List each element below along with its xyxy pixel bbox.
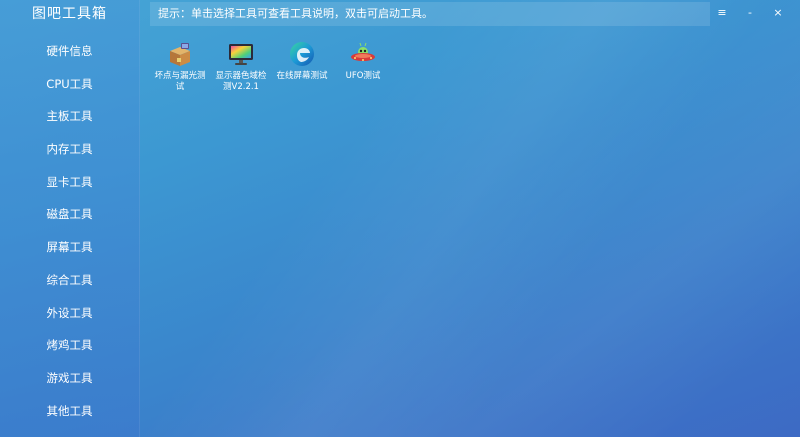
sidebar-item-hardware-info[interactable]: 硬件信息 (0, 35, 139, 68)
sidebar-item-cpu-tools[interactable]: CPU工具 (0, 68, 139, 101)
sidebar-item-peripheral-tools[interactable]: 外设工具 (0, 297, 139, 330)
sidebar: 图吧工具箱 硬件信息 CPU工具 主板工具 内存工具 显卡工具 磁盘工具 屏幕工… (0, 0, 140, 437)
app-title: 图吧工具箱 (32, 6, 107, 22)
tool-ufo-test[interactable]: UFO测试 (333, 40, 393, 93)
tool-online-screen-test[interactable]: 在线屏幕测试 (272, 40, 332, 93)
close-button[interactable]: × (764, 4, 792, 22)
pin-icon[interactable]: ≡ (708, 4, 736, 22)
ufo-icon (349, 40, 377, 68)
sidebar-item-disk-tools[interactable]: 磁盘工具 (0, 198, 139, 231)
sidebar-item-motherboard-tools[interactable]: 主板工具 (0, 100, 139, 133)
sidebar-item-game-tools[interactable]: 游戏工具 (0, 362, 139, 395)
sidebar-item-memory-tools[interactable]: 内存工具 (0, 133, 139, 166)
tool-dead-pixel-test[interactable]: 坏点与漏光测试 (150, 40, 210, 93)
sidebar-item-gpu-tools[interactable]: 显卡工具 (0, 166, 139, 199)
minimize-button[interactable]: - (736, 4, 764, 22)
box-icon (166, 40, 194, 68)
sidebar-item-other-tools[interactable]: 其他工具 (0, 395, 139, 428)
sidebar-item-general-tools[interactable]: 综合工具 (0, 264, 139, 297)
window-controls: ≡ - × (708, 4, 792, 22)
tool-label: UFO测试 (345, 71, 381, 81)
edge-browser-icon (288, 40, 316, 68)
tool-grid: 坏点与漏光测试 显示器色域检测V2.2.1 在线屏幕测试 UFO测试 (150, 40, 394, 93)
tool-monitor-gamut-test[interactable]: 显示器色域检测V2.2.1 (211, 40, 271, 93)
sidebar-item-screen-tools[interactable]: 屏幕工具 (0, 231, 139, 264)
tool-label: 坏点与漏光测试 (154, 71, 206, 92)
sidebar-nav: 硬件信息 CPU工具 主板工具 内存工具 显卡工具 磁盘工具 屏幕工具 综合工具… (0, 35, 139, 427)
app-window: 图吧工具箱 硬件信息 CPU工具 主板工具 内存工具 显卡工具 磁盘工具 屏幕工… (0, 0, 800, 437)
hint-bar: 提示：单击选择工具可查看工具说明，双击可启动工具。 (150, 2, 710, 26)
monitor-icon (227, 40, 255, 68)
sidebar-item-stress-tools[interactable]: 烤鸡工具 (0, 329, 139, 362)
tool-label: 在线屏幕测试 (276, 71, 328, 81)
tool-label: 显示器色域检测V2.2.1 (215, 71, 267, 92)
